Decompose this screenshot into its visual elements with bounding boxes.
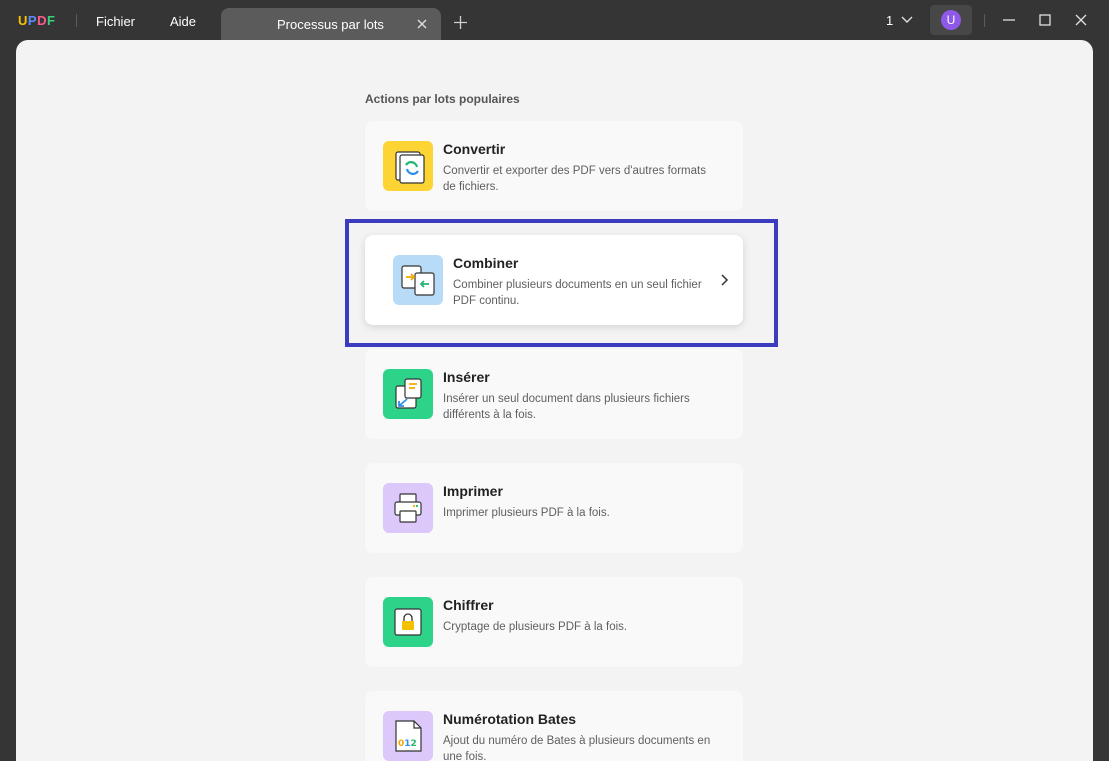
close-icon[interactable] (416, 18, 428, 30)
section-title: Actions par lots populaires (365, 92, 520, 106)
svg-text:012: 012 (398, 739, 417, 749)
account-button[interactable]: U (930, 5, 972, 35)
divider (984, 14, 985, 27)
logo-letter-u: U (18, 13, 28, 28)
logo-letter-p: P (27, 13, 38, 28)
convert-icon (383, 141, 433, 191)
card-title: Imprimer (443, 483, 503, 499)
card-description: Combiner plusieurs documents en un seul … (453, 279, 702, 307)
card-title: Chiffrer (443, 597, 494, 613)
card-description: Insérer un seul document dans plusieurs … (443, 393, 690, 421)
divider (76, 14, 77, 27)
tab-processus-par-lots[interactable]: Processus par lots (221, 8, 441, 40)
batch-card-combiner[interactable]: Combiner Combiner plusieurs documents en… (365, 235, 743, 325)
card-description: Cryptage de plusieurs PDF à la fois. (443, 621, 628, 633)
logo-letter-f: F (46, 13, 56, 28)
logo-letter-d: D (37, 13, 47, 28)
chevron-down-icon[interactable] (901, 15, 913, 25)
batch-card-convertir[interactable]: Convertir Convertir et exporter des PDF … (365, 121, 743, 211)
card-description: Imprimer plusieurs PDF à la fois. (443, 507, 610, 519)
card-title: Combiner (453, 255, 519, 271)
insert-icon (383, 369, 433, 419)
avatar: U (941, 10, 961, 30)
bates-icon: 012 (383, 711, 433, 761)
chevron-right-icon[interactable] (719, 273, 729, 287)
title-bar: UPDF Fichier Aide Processus par lots 1 U (0, 0, 1109, 40)
lock-icon (383, 597, 433, 647)
menu-aide[interactable]: Aide (170, 14, 196, 29)
card-description: Convertir et exporter des PDF vers d'aut… (443, 165, 706, 193)
batch-card-chiffrer[interactable]: Chiffrer Cryptage de plusieurs PDF à la … (365, 577, 743, 667)
minimize-icon[interactable] (1003, 14, 1015, 26)
close-window-icon[interactable] (1075, 14, 1087, 26)
updf-logo[interactable]: UPDF (18, 13, 55, 28)
batch-panel: Actions par lots populaires Convertir Co… (16, 40, 1093, 761)
add-tab-icon[interactable] (454, 16, 467, 29)
batch-card-bates[interactable]: 012 Numérotation Bates Ajout du numéro d… (365, 691, 743, 761)
card-description: Ajout du numéro de Bates à plusieurs doc… (443, 735, 711, 761)
print-icon (383, 483, 433, 533)
menu-fichier[interactable]: Fichier (96, 14, 135, 29)
card-title: Convertir (443, 141, 506, 157)
card-title: Insérer (443, 369, 490, 385)
window-count[interactable]: 1 (886, 13, 893, 28)
combine-icon (393, 255, 443, 305)
maximize-icon[interactable] (1039, 14, 1051, 26)
tab-label: Processus par lots (277, 17, 384, 32)
card-title: Numérotation Bates (443, 711, 577, 727)
batch-card-inserer[interactable]: Insérer Insérer un seul document dans pl… (365, 349, 743, 439)
batch-card-imprimer[interactable]: Imprimer Imprimer plusieurs PDF à la foi… (365, 463, 743, 553)
